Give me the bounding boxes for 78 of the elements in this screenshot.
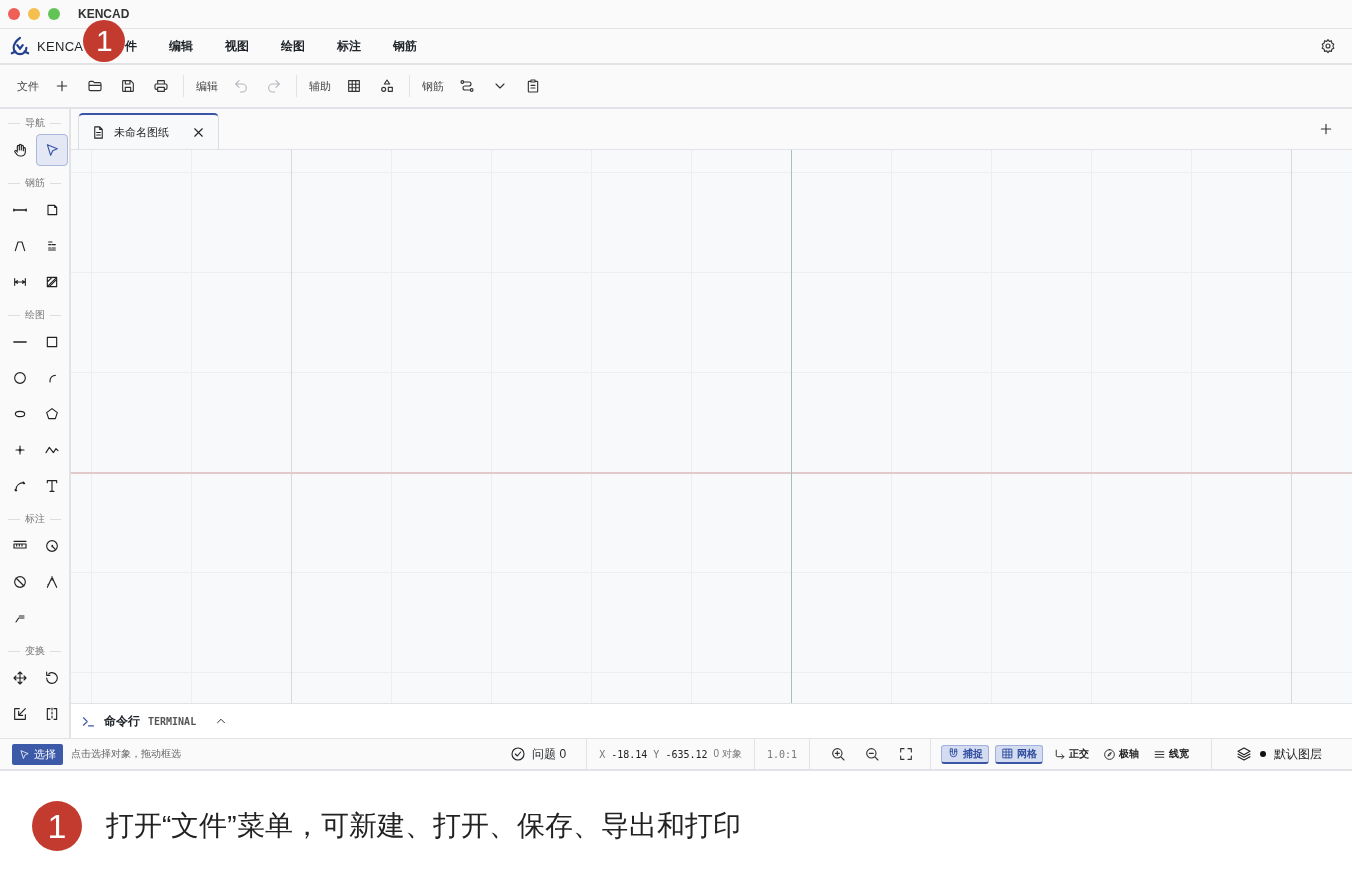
folder-icon	[87, 78, 103, 94]
tool-group-label: 绘图	[24, 308, 45, 322]
toggle-button[interactable]: 捕捉	[941, 744, 989, 764]
printer-icon	[153, 78, 169, 94]
undo-icon	[233, 78, 249, 94]
line-icon	[13, 340, 27, 344]
corner-arrow-icon	[1053, 747, 1066, 761]
rotate-icon	[44, 670, 60, 686]
text-icon	[44, 478, 60, 494]
toolbar-group-label: 文件	[17, 78, 39, 94]
document-tab[interactable]: 未命名图纸	[78, 113, 219, 149]
zoom-in-icon	[830, 746, 846, 762]
pentagon-icon	[44, 406, 60, 422]
grid-icon	[346, 78, 362, 94]
diameter-icon	[12, 574, 28, 590]
object-count: 0 对象	[713, 747, 742, 761]
step-badge: 1	[32, 801, 82, 851]
mirror-icon	[44, 706, 60, 722]
cursor-icon	[44, 142, 60, 158]
status-hint: 点击选择对象，拖动框选	[71, 747, 182, 761]
step-description: 打开“文件”菜单，可新建、打开、保存、导出和打印	[106, 809, 741, 843]
layers-icon	[1236, 746, 1252, 762]
zoom-out-icon	[864, 746, 880, 762]
tool-group-label: 标注	[24, 512, 45, 526]
problem-count: 问题 0	[532, 745, 567, 763]
settings-icon	[1320, 38, 1336, 54]
document-icon	[91, 124, 106, 140]
toggle-button[interactable]: 正交	[1049, 745, 1093, 763]
tool-group-label: 变换	[24, 644, 45, 658]
terminal-title: 命令行	[104, 712, 140, 730]
menu-item[interactable]: 视图	[217, 33, 258, 59]
bar-line-icon	[13, 208, 27, 212]
bent-bar-icon	[12, 238, 28, 254]
hand-icon	[12, 142, 28, 158]
scale-icon	[12, 706, 28, 722]
tool-group-label: 钢筋	[24, 176, 45, 190]
toolbar-group-label: 编辑	[196, 78, 218, 94]
square-icon	[44, 334, 60, 350]
fit-view-icon	[898, 746, 914, 762]
logo-icon	[9, 36, 31, 56]
scale-ratio: 1.0:1	[766, 748, 797, 760]
hatch-icon	[44, 274, 60, 290]
toggle-button[interactable]: 网格	[995, 744, 1043, 764]
menu-item[interactable]: 绘图	[273, 33, 314, 59]
route-icon	[459, 78, 475, 94]
step-badge: 1	[83, 20, 126, 62]
corner-rect-icon	[44, 202, 60, 218]
toggle-button[interactable]: 极轴	[1099, 745, 1143, 763]
y-coordinate: -635.12	[665, 748, 708, 760]
compass-icon	[1103, 747, 1116, 761]
x-label: X	[599, 748, 606, 760]
tool-group-label: 导航	[24, 116, 45, 130]
cursor-icon	[19, 748, 30, 760]
redo-icon	[266, 78, 282, 94]
menu-item[interactable]: 钢筋	[385, 33, 426, 59]
clipboard-icon	[525, 78, 541, 94]
layer-selector[interactable]: 默认图层	[1230, 744, 1328, 764]
window-title: KENCAD	[78, 7, 130, 21]
terminal-subtitle: TERMINAL	[148, 715, 197, 727]
select-mode-button[interactable]: 选择	[12, 743, 63, 765]
toolbar-group-label: 钢筋	[422, 78, 444, 94]
menu-item[interactable]: 编辑	[161, 33, 202, 59]
compass-icon	[44, 574, 60, 590]
shapes-icon	[379, 78, 395, 94]
radius-icon	[44, 538, 60, 554]
plus-icon	[54, 78, 70, 94]
toggle-button[interactable]: 线宽	[1149, 745, 1193, 763]
menu-item[interactable]: 标注	[329, 33, 370, 59]
close-window-button[interactable]	[8, 8, 20, 20]
brand-name: KENCA	[37, 38, 84, 54]
curve-icon	[12, 478, 28, 494]
grid-icon	[1001, 747, 1014, 760]
plus-icon	[1318, 121, 1334, 137]
x-coordinate: -18.14	[611, 748, 648, 760]
toolbar-group-label: 辅助	[309, 78, 331, 94]
snap-icon	[947, 747, 960, 760]
y-label: Y	[653, 748, 660, 760]
move-icon	[12, 670, 28, 686]
